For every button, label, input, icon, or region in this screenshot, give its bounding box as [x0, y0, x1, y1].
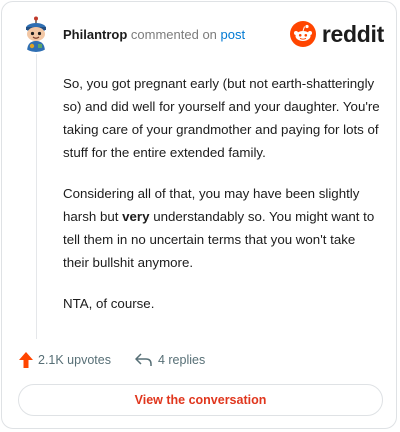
reddit-logo[interactable]: reddit — [289, 20, 384, 48]
username-link[interactable]: Philantrop — [63, 27, 127, 42]
replies-count: 4 replies — [157, 353, 206, 367]
comment-actions: 2.1K upvotes 4 replies — [19, 350, 205, 370]
comment-meta: Philantrop commented on post — [63, 27, 245, 43]
view-conversation-button[interactable]: View the conversation — [18, 384, 383, 416]
comment-body: So, you got pregnant early (but not eart… — [63, 72, 383, 333]
action-text: commented on — [130, 27, 217, 42]
thread-line — [36, 54, 37, 339]
paragraph-2-bold: very — [122, 209, 150, 224]
reddit-snoo-icon — [289, 21, 316, 47]
user-avatar[interactable] — [18, 16, 54, 52]
upvote-button[interactable]: 2.1K upvotes — [19, 352, 111, 368]
post-link[interactable]: post — [221, 27, 246, 42]
comment-paragraph-3: NTA, of course. — [63, 296, 155, 311]
upvote-arrow-icon — [19, 352, 33, 368]
comment-paragraph-2: Considering all of that, you may have be… — [63, 182, 383, 274]
comment-paragraph-1: So, you got pregnant early (but not eart… — [63, 76, 380, 160]
comment-card: Philantrop commented on post reddit So, … — [1, 1, 397, 429]
upvote-count: 2.1K upvotes — [38, 353, 111, 367]
replies-button[interactable]: 4 replies — [135, 353, 205, 367]
reply-arrow-icon — [135, 353, 152, 366]
comment-header: Philantrop commented on post reddit — [18, 16, 384, 54]
reddit-wordmark: reddit — [321, 21, 384, 47]
